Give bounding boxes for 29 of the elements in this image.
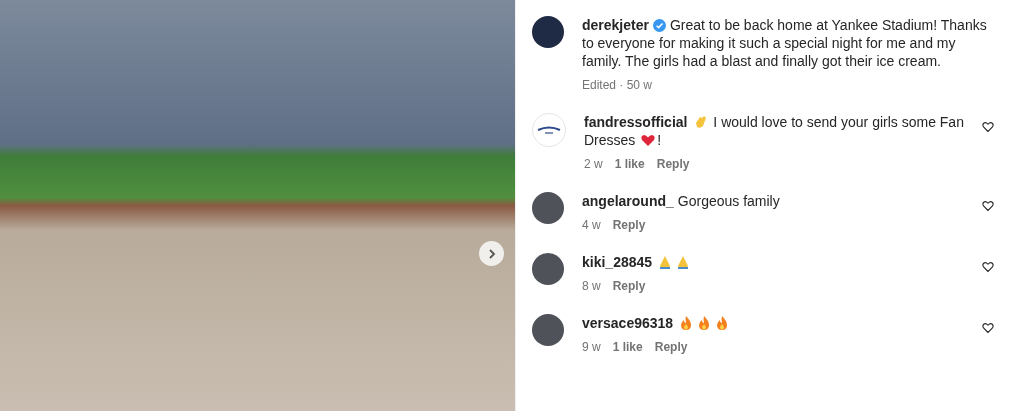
likes-link[interactable]: 1 like [614, 157, 645, 171]
comment-text: angelaround_ Gorgeous family [582, 192, 781, 210]
likes-link[interactable]: 1 like [612, 340, 643, 354]
reply-link[interactable]: Reply [612, 279, 646, 293]
comment-text: versace96318 [582, 314, 964, 332]
reply-link[interactable]: Reply [656, 157, 690, 171]
reply-link[interactable]: Reply [612, 218, 646, 232]
avatar[interactable] [532, 253, 564, 285]
comment-age: 2 w [584, 157, 603, 171]
logo-icon [537, 125, 561, 135]
comment-text: kiki_28845 [582, 253, 964, 271]
avatar[interactable] [532, 16, 564, 48]
like-button[interactable] [982, 121, 994, 133]
heart-icon [640, 132, 657, 148]
avatar[interactable] [532, 314, 564, 346]
avatar[interactable] [532, 192, 564, 224]
comment-text: fandressofficial I would love to send your girls some Fan Dresses ! [584, 113, 964, 149]
comment-age: 8 w [582, 279, 601, 293]
comment-age: 9 w [582, 340, 601, 354]
caption-meta: Edited · 50 w [582, 78, 653, 92]
like-button[interactable] [982, 261, 994, 273]
avatar[interactable] [532, 113, 566, 147]
comment-age: 4 w [582, 218, 601, 232]
like-button[interactable] [982, 200, 994, 212]
chevron-right-icon [486, 248, 497, 259]
next-button[interactable] [479, 241, 504, 266]
reply-link[interactable]: Reply [654, 340, 688, 354]
caption-text: derekjeter Great to be back home at Yankee Stadium! Thanks to everyone for making it such a special night for me and my family. The girls had a blast and finally got their ice cream. [582, 16, 988, 70]
like-button[interactable] [982, 322, 994, 334]
